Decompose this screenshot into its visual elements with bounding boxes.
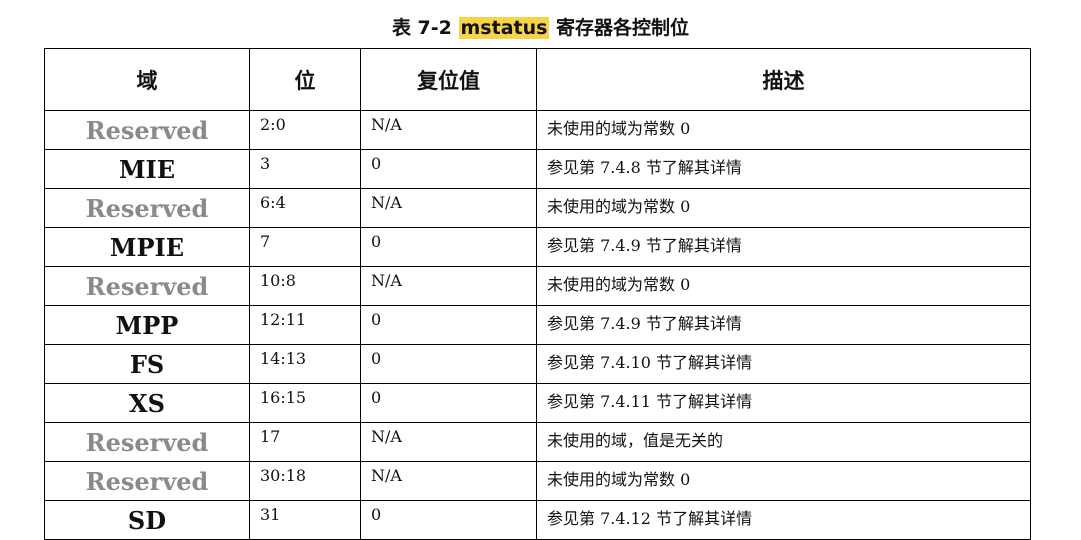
reset-cell: N/A bbox=[360, 188, 537, 228]
reset-cell: 0 bbox=[360, 383, 537, 423]
header-field: 域 bbox=[44, 48, 250, 111]
field-cell: Reserved bbox=[44, 422, 250, 462]
bits-cell: 10:8 bbox=[249, 266, 361, 306]
table-body: Reserved 2:0 N/A 未使用的域为常数 0 MIE 3 0 参见第 7.4.8 节… bbox=[44, 110, 1031, 540]
field-cell: Reserved bbox=[44, 110, 250, 150]
field-cell: MIE bbox=[44, 149, 250, 189]
reset-cell: 0 bbox=[360, 500, 537, 540]
table-row: XS 16:15 0 参见第 7.4.11 节了解其详情 bbox=[44, 383, 1031, 423]
field-cell: FS bbox=[44, 344, 250, 384]
table-row: Reserved 30:18 N/A 未使用的域为常数 0 bbox=[44, 461, 1031, 501]
caption-highlight: mstatus bbox=[458, 17, 550, 39]
table-row: MIE 3 0 参见第 7.4.8 节了解其详情 bbox=[44, 149, 1031, 189]
reset-cell: 0 bbox=[360, 344, 537, 384]
bits-cell: 6:4 bbox=[249, 188, 361, 228]
reset-cell: N/A bbox=[360, 110, 537, 150]
desc-cell: 参见第 7.4.8 节了解其详情 bbox=[536, 149, 1031, 189]
bits-cell: 3 bbox=[249, 149, 361, 189]
field-cell: Reserved bbox=[44, 461, 250, 501]
bits-cell: 2:0 bbox=[249, 110, 361, 150]
field-cell: XS bbox=[44, 383, 250, 423]
bits-cell: 12:11 bbox=[249, 305, 361, 345]
table-row: MPIE 7 0 参见第 7.4.9 节了解其详情 bbox=[44, 227, 1031, 267]
table-row: Reserved 10:8 N/A 未使用的域为常数 0 bbox=[44, 266, 1031, 306]
reset-cell: N/A bbox=[360, 461, 537, 501]
bits-cell: 17 bbox=[249, 422, 361, 462]
caption-prefix: 表 7-2 bbox=[391, 17, 459, 39]
desc-cell: 未使用的域，值是无关的 bbox=[536, 422, 1031, 462]
bits-cell: 31 bbox=[249, 500, 361, 540]
header-reset: 复位值 bbox=[360, 48, 537, 111]
reset-cell: 0 bbox=[360, 305, 537, 345]
desc-cell: 未使用的域为常数 0 bbox=[536, 266, 1031, 306]
table-row: Reserved 2:0 N/A 未使用的域为常数 0 bbox=[44, 110, 1031, 150]
table-row: SD 31 0 参见第 7.4.12 节了解其详情 bbox=[44, 500, 1031, 540]
reset-cell: 0 bbox=[360, 149, 537, 189]
field-cell: Reserved bbox=[44, 188, 250, 228]
field-cell: Reserved bbox=[44, 266, 250, 306]
field-cell: MPIE bbox=[44, 227, 250, 267]
bits-cell: 7 bbox=[249, 227, 361, 267]
desc-cell: 参见第 7.4.9 节了解其详情 bbox=[536, 227, 1031, 267]
desc-cell: 未使用的域为常数 0 bbox=[536, 110, 1031, 150]
header-row: 域 位 复位值 描述 bbox=[44, 48, 1031, 111]
table-row: Reserved 17 N/A 未使用的域，值是无关的 bbox=[44, 422, 1031, 462]
table-row: Reserved 6:4 N/A 未使用的域为常数 0 bbox=[44, 188, 1031, 228]
bits-cell: 16:15 bbox=[249, 383, 361, 423]
desc-cell: 未使用的域为常数 0 bbox=[536, 461, 1031, 501]
table-row: FS 14:13 0 参见第 7.4.10 节了解其详情 bbox=[44, 344, 1031, 384]
desc-cell: 参见第 7.4.12 节了解其详情 bbox=[536, 500, 1031, 540]
table-caption: 表 7-2 mstatus 寄存器各控制位 bbox=[0, 13, 1081, 40]
header-desc: 描述 bbox=[536, 48, 1031, 111]
mstatus-table: 域 位 复位值 描述 Reserved 2:0 N/A 未使用的域为常数 0 MIE 3 0… bbox=[44, 48, 1031, 540]
bits-cell: 14:13 bbox=[249, 344, 361, 384]
desc-cell: 参见第 7.4.9 节了解其详情 bbox=[536, 305, 1031, 345]
desc-cell: 参见第 7.4.11 节了解其详情 bbox=[536, 383, 1031, 423]
table-row: MPP 12:11 0 参见第 7.4.9 节了解其详情 bbox=[44, 305, 1031, 345]
caption-suffix: 寄存器各控制位 bbox=[549, 17, 690, 39]
reset-cell: 0 bbox=[360, 227, 537, 267]
bits-cell: 30:18 bbox=[249, 461, 361, 501]
field-cell: SD bbox=[44, 500, 250, 540]
desc-cell: 参见第 7.4.10 节了解其详情 bbox=[536, 344, 1031, 384]
desc-cell: 未使用的域为常数 0 bbox=[536, 188, 1031, 228]
field-cell: MPP bbox=[44, 305, 250, 345]
header-bits: 位 bbox=[249, 48, 361, 111]
reset-cell: N/A bbox=[360, 266, 537, 306]
reset-cell: N/A bbox=[360, 422, 537, 462]
